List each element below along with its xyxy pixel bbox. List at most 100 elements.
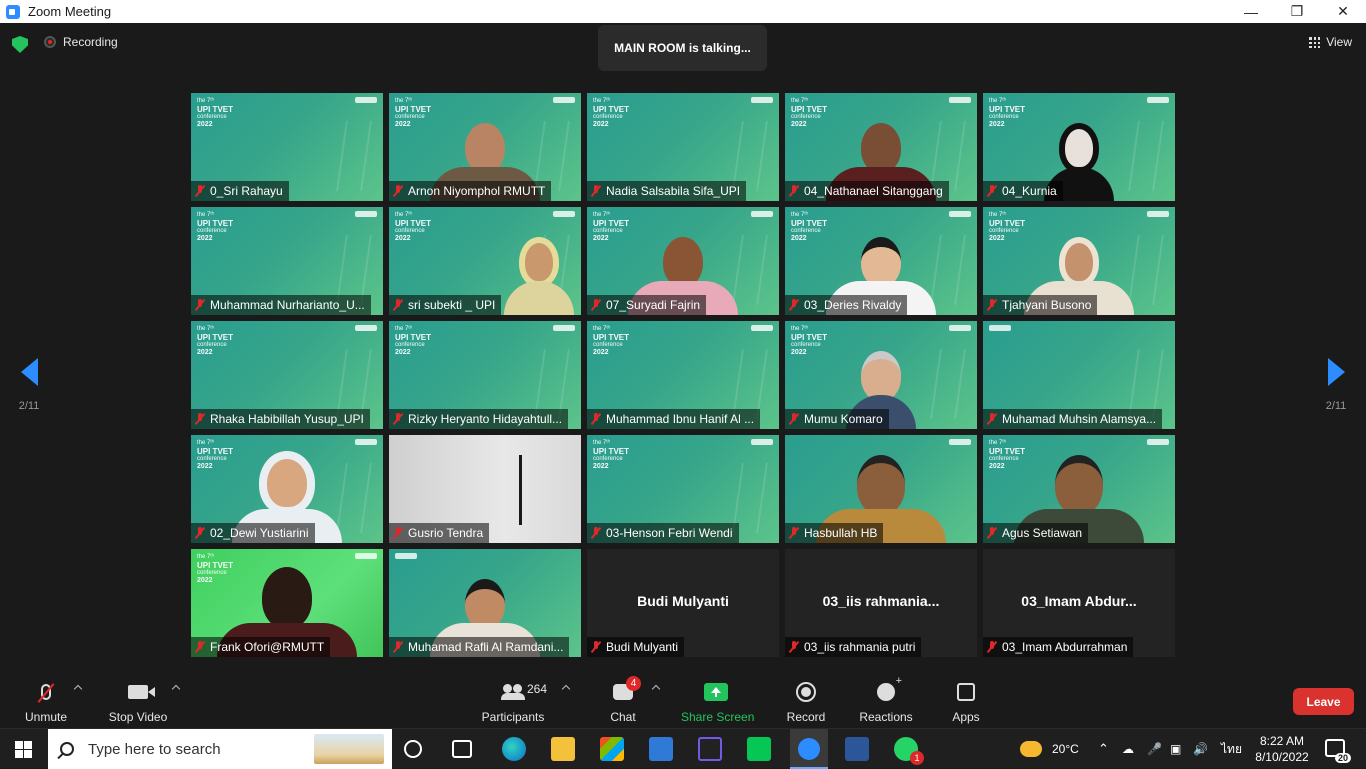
participant-name-tag: Gusrio Tendra (389, 523, 490, 543)
word-icon[interactable] (845, 737, 869, 761)
video-tile[interactable]: the 7ᵗʰ UPI TVET conference 2022 04_Kurnia (983, 93, 1175, 201)
video-tile[interactable]: the 7ᵗʰ UPI TVET conference 2022 0_Sri Raha… (191, 93, 383, 201)
video-tile[interactable]: 03_iis rahmania... 03_iis rahmania putri (785, 549, 977, 657)
taskbar-search[interactable]: Type here to search (48, 729, 392, 769)
input-language[interactable]: ไทย (1221, 729, 1242, 769)
file-explorer-icon[interactable] (551, 737, 575, 761)
video-tile[interactable]: the 7ᵗʰ UPI TVET conference 2022 sri subekt… (389, 207, 581, 315)
participants-button[interactable]: Participants 264 (481, 680, 547, 724)
participant-name-tag: 03_Deries Rivaldy (785, 295, 908, 315)
video-tile[interactable]: the 7ᵗʰ UPI TVET conference 2022 Frank Ofor… (191, 549, 383, 657)
conference-logo: the 7ᵗʰ UPI TVET conference 2022 (395, 212, 432, 242)
participants-options-caret[interactable] (561, 684, 571, 694)
sponsor-logos (989, 325, 1011, 331)
video-tile[interactable]: the 7ᵗʰ UPI TVET conference 2022 03-Henson … (587, 435, 779, 543)
video-options-caret[interactable] (171, 684, 181, 694)
next-page-button[interactable]: 2/11 (1316, 358, 1356, 412)
sponsor-logos (949, 439, 971, 445)
mic-off-icon (41, 684, 51, 700)
chat-options-caret[interactable] (651, 684, 661, 694)
windows-start-icon[interactable] (15, 741, 32, 758)
show-hidden-icons[interactable]: ⌃ (1098, 729, 1109, 769)
page-indicator-right: 2/11 (1325, 400, 1347, 412)
video-tile[interactable]: the 7ᵗʰ UPI TVET conference 2022 Muhammad N… (191, 207, 383, 315)
video-tile[interactable]: Budi Mulyanti Budi Mulyanti (587, 549, 779, 657)
close-button[interactable]: ✕ (1320, 0, 1366, 23)
conference-logo: the 7ᵗʰ UPI TVET conference 2022 (791, 98, 828, 128)
video-tile[interactable]: the 7ᵗʰ UPI TVET conference 2022 Mumu Komar… (785, 321, 977, 429)
audio-options-caret[interactable] (73, 684, 83, 694)
sponsor-logos (553, 211, 575, 217)
volume-icon[interactable]: 🔊 (1193, 729, 1208, 769)
sponsor-logos (355, 325, 377, 331)
video-tile[interactable]: the 7ᵗʰ UPI TVET conference 2022 03_Deries … (785, 207, 977, 315)
unmute-button[interactable]: Unmute (24, 680, 68, 724)
participant-name-tag: Hasbullah HB (785, 523, 884, 543)
zoom-icon (798, 738, 820, 760)
video-tile[interactable]: the 7ᵗʰ UPI TVET conference 2022 02_Dewi Yu… (191, 435, 383, 543)
minimize-button[interactable]: — (1228, 0, 1274, 23)
temperature-label: 20°C (1052, 742, 1079, 756)
system-clock[interactable]: 8:22 AM 8/10/2022 (1252, 733, 1312, 765)
video-tile[interactable]: the 7ᵗʰ UPI TVET conference 2022 Tjahyani B… (983, 207, 1175, 315)
participant-name-tag: Tjahyani Busono (983, 295, 1098, 315)
apps-button[interactable]: Apps (950, 680, 982, 724)
network-icon[interactable]: ▣ (1170, 729, 1181, 769)
weather-icon (1020, 741, 1042, 757)
recording-indicator[interactable]: Recording (44, 35, 118, 49)
webex-icon[interactable] (698, 737, 722, 761)
chat-button[interactable]: 4 Chat (607, 676, 641, 724)
leave-button[interactable]: Leave (1293, 688, 1354, 715)
conference-logo: the 7ᵗʰ UPI TVET conference 2022 (197, 326, 234, 356)
record-button[interactable]: Record (786, 680, 826, 724)
share-screen-icon (704, 683, 728, 701)
shield-icon[interactable] (12, 36, 28, 53)
store-icon[interactable] (600, 737, 624, 761)
onedrive-icon[interactable]: ☁ (1122, 729, 1134, 769)
reactions-button[interactable]: Reactions (859, 675, 913, 724)
conference-logo: the 7ᵗʰ UPI TVET conference 2022 (989, 212, 1026, 242)
edge-icon[interactable] (502, 737, 526, 761)
mail-icon[interactable] (649, 737, 673, 761)
line-icon[interactable] (747, 737, 771, 761)
conference-logo: the 7ᵗʰ UPI TVET conference 2022 (197, 98, 234, 128)
mic-muted-icon (789, 185, 799, 197)
mic-muted-icon (987, 641, 997, 653)
video-tile[interactable]: the 7ᵗʰ UPI TVET conference 2022 Rhaka Habi… (191, 321, 383, 429)
participant-name-tag: Muhamad Muhsin Alamsya... (983, 409, 1163, 429)
task-view-icon[interactable] (452, 740, 472, 758)
share-screen-button[interactable]: Share Screen (681, 680, 754, 724)
stop-video-button[interactable]: Stop Video (108, 680, 168, 724)
emoji-icon (877, 675, 902, 701)
video-tile[interactable]: the 7ᵗʰ UPI TVET conference 2022 04_Nathana… (785, 93, 977, 201)
participant-name-tag: 03_iis rahmania putri (785, 637, 922, 657)
weather-widget[interactable]: 20°C (1020, 729, 1079, 769)
notification-center-icon[interactable]: 20 (1325, 739, 1351, 763)
video-tile[interactable]: the 7ᵗʰ UPI TVET conference 2022 07_Suryadi… (587, 207, 779, 315)
zoom-taskbar-button[interactable] (790, 729, 828, 769)
meeting-area: Recording MAIN ROOM is talking... View 2… (0, 23, 1366, 672)
previous-page-button[interactable]: 2/11 (9, 358, 49, 412)
mic-muted-icon (195, 185, 205, 197)
participant-name-tag: Muhammad Ibnu Hanif Al ... (587, 409, 761, 429)
video-tile[interactable]: the 7ᵗʰ UPI TVET conference 2022 Agus Setia… (983, 435, 1175, 543)
mic-muted-icon (195, 299, 205, 311)
view-button[interactable]: View (1309, 35, 1352, 49)
video-tile[interactable]: the 7ᵗʰ UPI TVET conference 2022 Rizky Hery… (389, 321, 581, 429)
video-tile[interactable]: Muhamad Muhsin Alamsya... (983, 321, 1175, 429)
video-tile[interactable]: Hasbullah HB (785, 435, 977, 543)
chat-unread-badge: 4 (626, 676, 641, 691)
video-tile[interactable]: Muhamad Rafli Al Ramdani... (389, 549, 581, 657)
maximize-button[interactable]: ❐ (1274, 0, 1320, 23)
video-tile[interactable]: 03_Imam Abdur... 03_Imam Abdurrahman (983, 549, 1175, 657)
whatsapp-icon[interactable]: 1 (894, 737, 924, 765)
video-tile[interactable]: the 7ᵗʰ UPI TVET conference 2022 Arnon Niyo… (389, 93, 581, 201)
microphone-icon[interactable]: 🎤 (1147, 729, 1162, 769)
video-tile[interactable]: Gusrio Tendra (389, 435, 581, 543)
watermark (930, 349, 966, 419)
mic-muted-icon (591, 641, 601, 653)
participant-name-tag: Arnon Niyomphol RMUTT (389, 181, 552, 201)
cortana-icon[interactable] (404, 740, 422, 758)
video-tile[interactable]: the 7ᵗʰ UPI TVET conference 2022 Muhammad I… (587, 321, 779, 429)
video-tile[interactable]: the 7ᵗʰ UPI TVET conference 2022 Nadia Sals… (587, 93, 779, 201)
